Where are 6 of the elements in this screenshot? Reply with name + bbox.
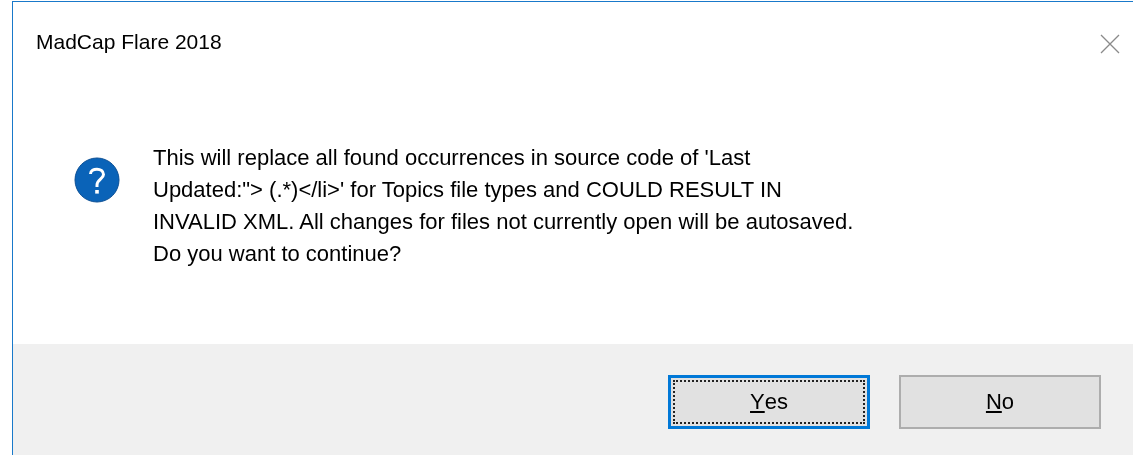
dialog-button[interactable]: No <box>899 375 1101 429</box>
window-title: MadCap Flare 2018 <box>36 30 222 54</box>
close-icon[interactable] <box>1100 34 1120 54</box>
dialog-button[interactable]: Yes <box>668 375 870 429</box>
question-icon <box>74 157 120 203</box>
message-text: This will replace all found occurrences in source code of 'Last Updated:"> (.*)</li>' for Topics file types and COULD RESULT IN INVALID XML. All changes for files not currently open will be autosaved. Do you want to continue? <box>153 144 854 268</box>
